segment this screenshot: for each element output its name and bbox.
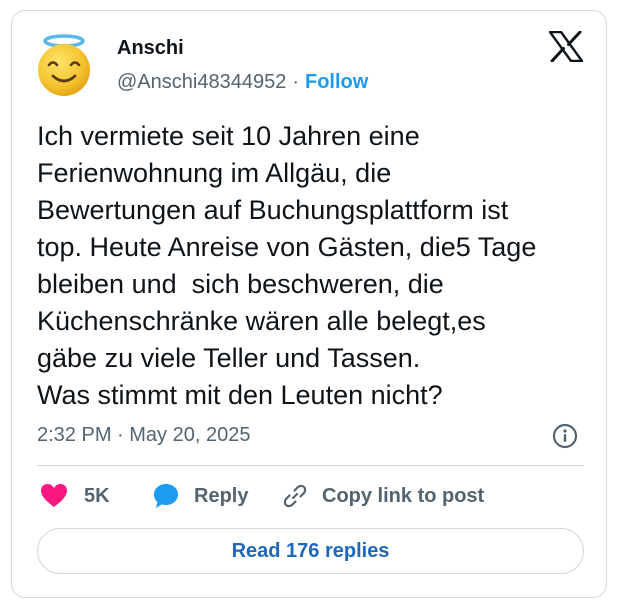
copy-link-button[interactable]: Copy link to post [282,481,484,511]
tweet-timestamp[interactable]: 2:32 PM · May 20, 2025 [37,422,250,448]
read-replies-label: Read 176 replies [231,539,390,562]
link-icon [283,484,307,508]
like-button[interactable]: 5K [40,481,110,511]
x-logo-icon[interactable] [549,31,583,62]
copy-link-label: Copy link to post [322,484,485,507]
reply-button[interactable]: Reply [152,481,248,511]
tweet-text: Ich vermiete seit 10 Jahren eine Ferienw… [37,121,537,410]
avatar[interactable] [30,30,98,98]
like-count: 5K [84,484,110,507]
follow-button[interactable]: Follow [305,71,368,93]
info-icon[interactable] [552,423,578,449]
speech-bubble-icon [154,484,178,508]
divider [37,465,584,466]
author-handle-row: @Anschi48344952 · Follow [117,70,368,94]
read-replies-button[interactable]: Read 176 replies [37,528,584,574]
reply-label: Reply [194,484,249,507]
author-name[interactable]: Anschi [117,36,184,60]
author-handle[interactable]: @Anschi48344952 [117,71,286,93]
handle-separator: · [292,71,299,93]
heart-icon [41,484,67,507]
